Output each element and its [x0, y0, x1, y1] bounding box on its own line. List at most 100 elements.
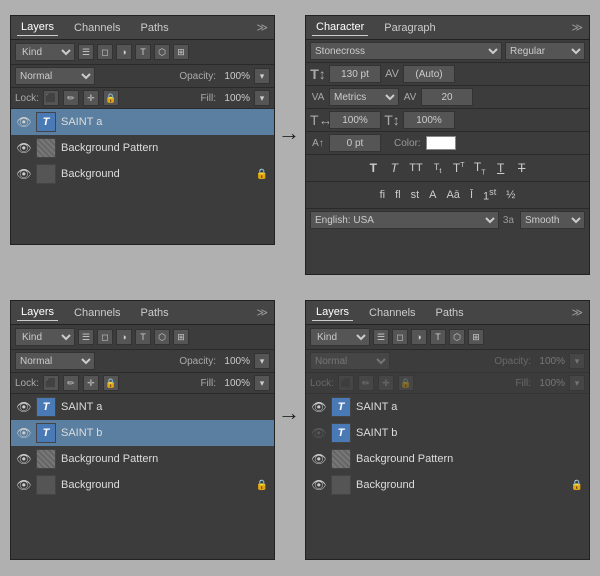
layer-item-saint-a-br[interactable]: 👁 T SAINT a: [306, 394, 589, 420]
opacity-arrow-br[interactable]: ▾: [569, 353, 585, 369]
visibility-bg-pattern-br[interactable]: 👁: [312, 452, 326, 466]
liga-aa-tr[interactable]: A: [426, 188, 439, 202]
tab-paths-bl[interactable]: Paths: [137, 305, 173, 321]
panel-menu-bl[interactable]: ≫: [256, 306, 268, 319]
lock-move-br[interactable]: ✛: [378, 375, 394, 391]
visibility-saint-a-tl[interactable]: 👁: [17, 115, 31, 129]
smart-icon-tl[interactable]: ⊞: [173, 44, 189, 60]
typo-super-tr[interactable]: TT: [450, 160, 468, 176]
lock-px-bl[interactable]: ⬛: [43, 375, 59, 391]
blend-select-bl[interactable]: Normal: [15, 352, 95, 370]
kerning-input-tr[interactable]: [421, 88, 473, 106]
visibility-bg-br[interactable]: 👁: [312, 478, 326, 492]
tab-character-tr[interactable]: Character: [312, 19, 368, 36]
pixel-icon-bl[interactable]: ◻: [97, 329, 113, 345]
tab-channels-tl[interactable]: Channels: [70, 20, 124, 36]
panel-menu-br[interactable]: ≫: [571, 306, 583, 319]
smart-icon-bl[interactable]: ⊞: [173, 329, 189, 345]
lock-all-tl[interactable]: 🔒: [103, 90, 119, 106]
typo-italic-tr[interactable]: T: [385, 160, 403, 176]
layer-item-bg-pattern-br[interactable]: 👁 Background Pattern: [306, 446, 589, 472]
lock-edit-bl[interactable]: ✏: [63, 375, 79, 391]
filter-icon-br[interactable]: ☰: [373, 329, 389, 345]
visibility-saint-a-br[interactable]: 👁: [312, 400, 326, 414]
typo-tt-tr[interactable]: TT: [406, 161, 425, 175]
pixel-icon-tl[interactable]: ◻: [97, 44, 113, 60]
font-size-input-tr[interactable]: [329, 65, 381, 83]
shape-icon-br[interactable]: ⬡: [449, 329, 465, 345]
lock-all-bl[interactable]: 🔒: [103, 375, 119, 391]
fill-arrow-tl[interactable]: ▾: [254, 90, 270, 106]
layer-item-bg-pattern-tl[interactable]: 👁 Background Pattern: [11, 135, 274, 161]
liga-fi-tr[interactable]: fi: [377, 188, 389, 202]
visibility-saint-b-bl[interactable]: 👁: [17, 426, 31, 440]
opacity-arrow-bl[interactable]: ▾: [254, 353, 270, 369]
liga-1st-tr[interactable]: 1st: [480, 186, 499, 204]
visibility-bg-pattern-bl[interactable]: 👁: [17, 452, 31, 466]
adjust-icon-tl[interactable]: ◑: [116, 44, 132, 60]
lock-px-tl[interactable]: ⬛: [43, 90, 59, 106]
lock-edit-tl[interactable]: ✏: [63, 90, 79, 106]
visibility-saint-b-br[interactable]: 👁: [312, 426, 326, 440]
blend-select-tl[interactable]: Normal: [15, 67, 95, 85]
layer-item-bg-br[interactable]: 👁 Background 🔒: [306, 472, 589, 498]
panel-menu-tr[interactable]: ≫: [571, 21, 583, 34]
color-swatch-tr[interactable]: [426, 136, 456, 150]
liga-i-tr[interactable]: Ī: [467, 188, 476, 202]
tab-paths-br[interactable]: Paths: [432, 305, 468, 321]
liga-fl-tr[interactable]: ﬂ: [392, 188, 404, 202]
baseline-input-tr[interactable]: [329, 134, 381, 152]
lock-move-bl[interactable]: ✛: [83, 375, 99, 391]
typo-strike-tr[interactable]: T: [513, 160, 531, 176]
tab-layers-bl[interactable]: Layers: [17, 304, 58, 321]
layer-item-saint-a-bl[interactable]: 👁 T SAINT a: [11, 394, 274, 420]
typo-underline-tr[interactable]: T: [492, 160, 510, 176]
lock-px-br[interactable]: ⬛: [338, 375, 354, 391]
filter-icon-bl[interactable]: ☰: [78, 329, 94, 345]
kind-select-bl[interactable]: Kind: [15, 328, 75, 346]
leading-input-tr[interactable]: [403, 65, 455, 83]
typo-smallcaps-tr[interactable]: Tt: [429, 161, 447, 176]
tab-layers-br[interactable]: Layers: [312, 304, 353, 321]
tab-channels-br[interactable]: Channels: [365, 305, 419, 321]
kind-select-tl[interactable]: Kind: [15, 43, 75, 61]
visibility-bg-tl[interactable]: 👁: [17, 167, 31, 181]
typo-bold-tr[interactable]: T: [364, 160, 382, 176]
scale-h-input-tr[interactable]: [329, 111, 381, 129]
kind-select-br[interactable]: Kind: [310, 328, 370, 346]
liga-st-tr[interactable]: st: [408, 188, 423, 202]
visibility-saint-a-bl[interactable]: 👁: [17, 400, 31, 414]
aa-select-tr[interactable]: Smooth: [520, 211, 585, 229]
fill-arrow-bl[interactable]: ▾: [254, 375, 270, 391]
lang-select-tr[interactable]: English: USA: [310, 211, 499, 229]
shape-icon-tl[interactable]: ⬡: [154, 44, 170, 60]
text-icon-bl[interactable]: T: [135, 329, 151, 345]
adjust-icon-bl[interactable]: ◑: [116, 329, 132, 345]
panel-menu-tl[interactable]: ≫: [256, 21, 268, 34]
scale-v-input-tr[interactable]: [403, 111, 455, 129]
lock-move-tl[interactable]: ✛: [83, 90, 99, 106]
tab-channels-bl[interactable]: Channels: [70, 305, 124, 321]
visibility-bg-pattern-tl[interactable]: 👁: [17, 141, 31, 155]
layer-item-bg-tl[interactable]: 👁 Background 🔒: [11, 161, 274, 187]
blend-select-br[interactable]: Normal: [310, 352, 390, 370]
tab-paths-tl[interactable]: Paths: [137, 20, 173, 36]
font-style-tr[interactable]: Regular: [505, 42, 585, 60]
layer-item-bg-bl[interactable]: 👁 Background 🔒: [11, 472, 274, 498]
text-icon-tl[interactable]: T: [135, 44, 151, 60]
layer-item-saint-b-bl[interactable]: 👁 T SAINT b: [11, 420, 274, 446]
pixel-icon-br[interactable]: ◻: [392, 329, 408, 345]
filter-icon-tl[interactable]: ☰: [78, 44, 94, 60]
shape-icon-bl[interactable]: ⬡: [154, 329, 170, 345]
liga-aao-tr[interactable]: Aā: [443, 188, 462, 202]
smart-icon-br[interactable]: ⊞: [468, 329, 484, 345]
layer-item-saint-b-br[interactable]: 👁 T SAINT b: [306, 420, 589, 446]
text-icon-br[interactable]: T: [430, 329, 446, 345]
visibility-bg-bl[interactable]: 👁: [17, 478, 31, 492]
fill-arrow-br[interactable]: ▾: [569, 375, 585, 391]
adjust-icon-br[interactable]: ◑: [411, 329, 427, 345]
layer-item-bg-pattern-bl[interactable]: 👁 Background Pattern: [11, 446, 274, 472]
lock-all-br[interactable]: 🔒: [398, 375, 414, 391]
layer-item-saint-a-tl[interactable]: 👁 T SAINT a: [11, 109, 274, 135]
tracking-select-tr[interactable]: Metrics: [329, 88, 399, 106]
